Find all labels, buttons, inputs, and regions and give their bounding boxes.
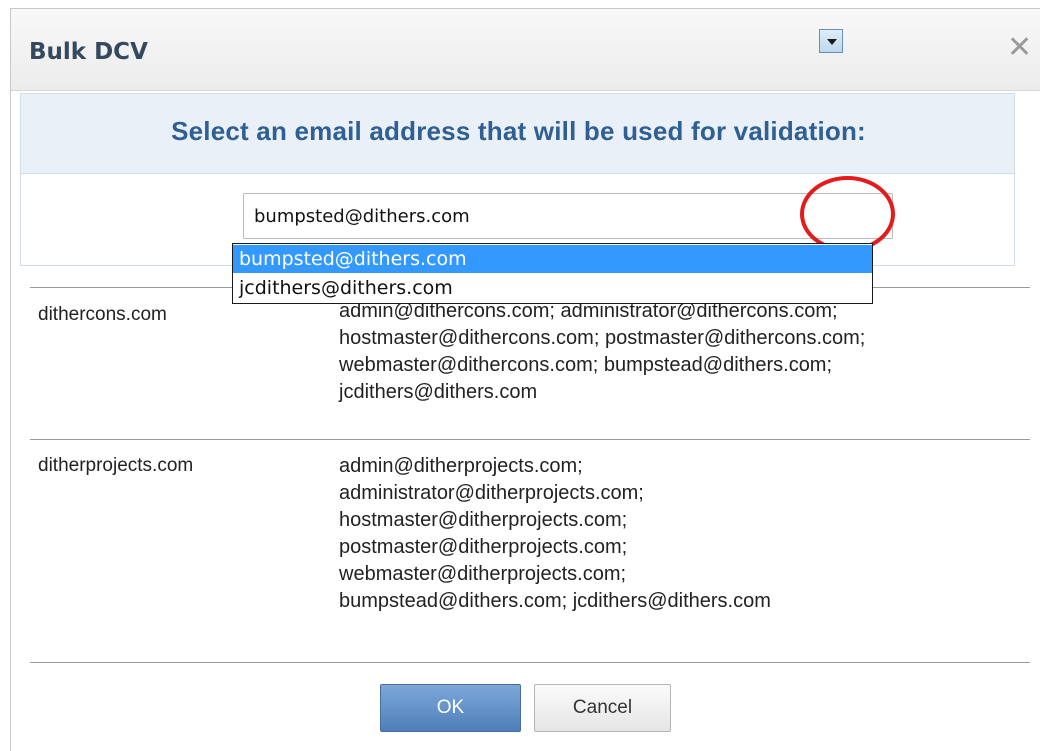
email-select-value: bumpsted@dithers.com bbox=[254, 206, 470, 227]
chevron-down-icon[interactable] bbox=[819, 29, 843, 53]
ok-button[interactable]: OK bbox=[380, 684, 521, 732]
prompt-panel: Select an email address that will be use… bbox=[20, 93, 1015, 173]
email-select[interactable]: bumpsted@dithers.com bbox=[243, 193, 893, 239]
domain-name: ditherprojects.com bbox=[38, 455, 194, 476]
prompt-heading: Select an email address that will be use… bbox=[171, 116, 866, 146]
row-divider bbox=[30, 439, 1030, 440]
close-icon[interactable]: ✕ bbox=[1007, 33, 1032, 63]
dialog-title: Bulk DCV bbox=[29, 39, 148, 65]
email-dropdown-list: bumpsted@dithers.com jcdithers@dithers.c… bbox=[232, 243, 873, 304]
domain-emails: admin@dithercons.com; administrator@dith… bbox=[339, 300, 866, 403]
domain-name: dithercons.com bbox=[38, 304, 167, 325]
domain-emails: admin@ditherprojects.com; administrator@… bbox=[339, 455, 771, 612]
cancel-button[interactable]: Cancel bbox=[534, 684, 671, 732]
dropdown-option[interactable]: jcdithers@dithers.com bbox=[233, 274, 872, 302]
row-divider bbox=[30, 662, 1030, 663]
dropdown-option-selected[interactable]: bumpsted@dithers.com bbox=[233, 245, 872, 273]
dialog-titlebar: Bulk DCV ✕ bbox=[11, 9, 1040, 91]
